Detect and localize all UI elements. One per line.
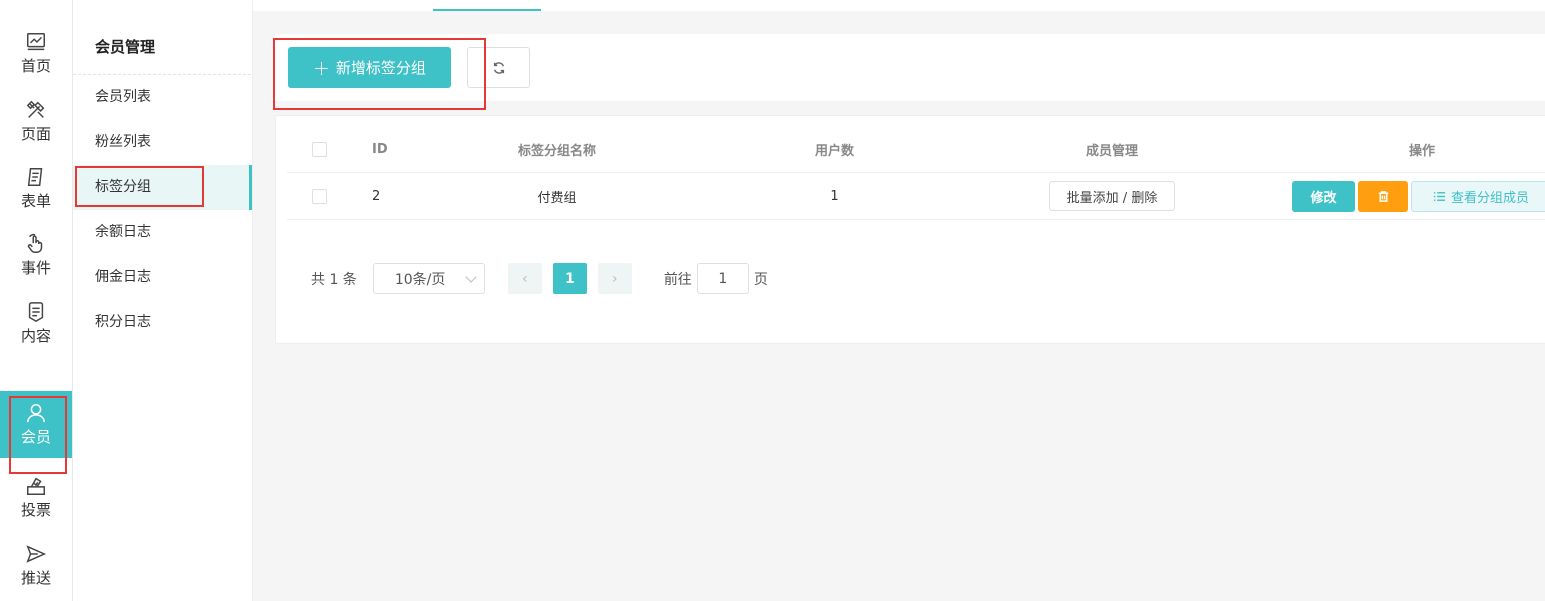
row-select-cell xyxy=(309,173,329,219)
top-tab-strip xyxy=(253,0,1545,11)
rail-item-label: 投票 xyxy=(20,500,51,519)
rail-item-label: 会员 xyxy=(20,428,51,446)
edit-button[interactable]: 修改 xyxy=(1292,181,1355,212)
rail-item-label: 推送 xyxy=(20,568,51,587)
prev-page-button[interactable]: ‹ xyxy=(507,263,542,294)
total-count: 共 1 条 xyxy=(311,271,357,288)
chart-icon xyxy=(27,32,45,50)
add-tag-group-button[interactable]: + 新增标签分组 xyxy=(288,47,451,88)
header-name: 标签分组名称 xyxy=(517,144,596,159)
delete-button[interactable] xyxy=(1358,181,1408,212)
cell-users: 1 xyxy=(830,188,839,204)
page-suffix: 页 xyxy=(753,271,768,288)
cell-name: 付费组 xyxy=(537,190,577,206)
row-actions: 修改 查看分组成员 xyxy=(1292,181,1545,212)
page-number-current[interactable]: 1 xyxy=(552,263,587,294)
select-all-checkbox[interactable] xyxy=(311,142,327,157)
rail-item-forms[interactable]: 表单 xyxy=(0,155,72,221)
rail-item-content[interactable]: 内容 xyxy=(0,290,72,356)
select-all-cell xyxy=(309,127,329,172)
view-group-members-button[interactable]: 查看分组成员 xyxy=(1411,181,1545,212)
next-page-button[interactable]: › xyxy=(597,263,632,294)
rail-item-pages[interactable]: 页面 xyxy=(0,88,72,154)
tools-icon xyxy=(26,100,45,118)
goto-page-input[interactable] xyxy=(696,263,749,294)
refresh-button[interactable] xyxy=(467,47,530,88)
submenu-item-points-log[interactable]: 积分日志 xyxy=(73,300,252,345)
document-icon xyxy=(28,301,44,322)
submenu-item-balance-log[interactable]: 余额日志 xyxy=(73,210,252,255)
header-id: ID xyxy=(372,142,388,157)
header-users: 用户数 xyxy=(814,144,854,159)
toolbar: + 新增标签分组 xyxy=(275,34,1545,101)
plus-icon: + xyxy=(313,55,330,80)
page-size-select[interactable]: 10条/页 xyxy=(372,263,485,294)
header-manage: 成员管理 xyxy=(1085,144,1138,159)
rail-item-home[interactable]: 首页 xyxy=(0,20,72,86)
ballot-icon xyxy=(27,477,45,495)
chevron-right-icon: › xyxy=(612,270,618,287)
rail-item-label: 首页 xyxy=(20,56,51,75)
table-card: ID 标签分组名称 用户数 成员管理 操作 2 付费组 1 批量添加 / 删除 … xyxy=(275,115,1545,344)
rail-item-label: 页面 xyxy=(20,124,51,143)
page-size-value: 10条/页 xyxy=(394,271,446,288)
goto-label: 前往 xyxy=(663,271,692,288)
submenu: 会员管理 会员列表 粉丝列表 标签分组 余额日志 佣金日志 积分日志 xyxy=(73,0,253,601)
icon-rail: 首页 页面 表单 事件 内容 会员 投票 推送 xyxy=(0,0,73,601)
rail-item-label: 内容 xyxy=(20,326,51,345)
submenu-item-tag-groups[interactable]: 标签分组 xyxy=(73,165,252,210)
submenu-item-commission-log[interactable]: 佣金日志 xyxy=(73,255,252,300)
user-icon xyxy=(27,404,45,423)
row-checkbox[interactable] xyxy=(311,188,327,204)
rail-item-push[interactable]: 推送 xyxy=(0,532,72,598)
rail-item-vote[interactable]: 投票 xyxy=(0,464,72,530)
rail-item-events[interactable]: 事件 xyxy=(0,222,72,288)
cell-id: 2 xyxy=(372,188,381,204)
rail-item-label: 事件 xyxy=(20,258,51,277)
add-tag-group-label: 新增标签分组 xyxy=(335,59,426,77)
table-header-row: ID 标签分组名称 用户数 成员管理 操作 xyxy=(287,127,1545,173)
form-icon xyxy=(27,167,43,186)
send-icon xyxy=(26,544,47,563)
trash-icon xyxy=(1378,191,1388,202)
active-tab-indicator xyxy=(433,9,541,11)
list-icon xyxy=(1433,192,1446,201)
rail-item-members[interactable]: 会员 xyxy=(0,391,72,458)
table-row: 2 付费组 1 批量添加 / 删除 修改 查看分组成员 xyxy=(287,173,1545,220)
refresh-icon xyxy=(493,61,504,74)
cell-manage: 批量添加 / 删除 xyxy=(1007,173,1217,219)
rail-item-label: 表单 xyxy=(20,191,51,210)
submenu-item-fan-list[interactable]: 粉丝列表 xyxy=(73,120,252,165)
hand-pointer-icon xyxy=(27,233,43,253)
chevron-left-icon: ‹ xyxy=(522,270,528,287)
header-ops: 操作 xyxy=(1408,144,1435,159)
submenu-item-member-list[interactable]: 会员列表 xyxy=(73,75,252,120)
pagination: 共 1 条 10条/页 ‹ 1 › 前往 页 xyxy=(311,263,768,294)
tag-group-table: ID 标签分组名称 用户数 成员管理 操作 2 付费组 1 批量添加 / 删除 … xyxy=(287,127,1545,220)
chevron-down-icon xyxy=(465,271,477,283)
batch-add-remove-button[interactable]: 批量添加 / 删除 xyxy=(1048,181,1176,211)
submenu-title: 会员管理 xyxy=(73,0,251,75)
view-group-members-label: 查看分组成员 xyxy=(1450,191,1529,206)
